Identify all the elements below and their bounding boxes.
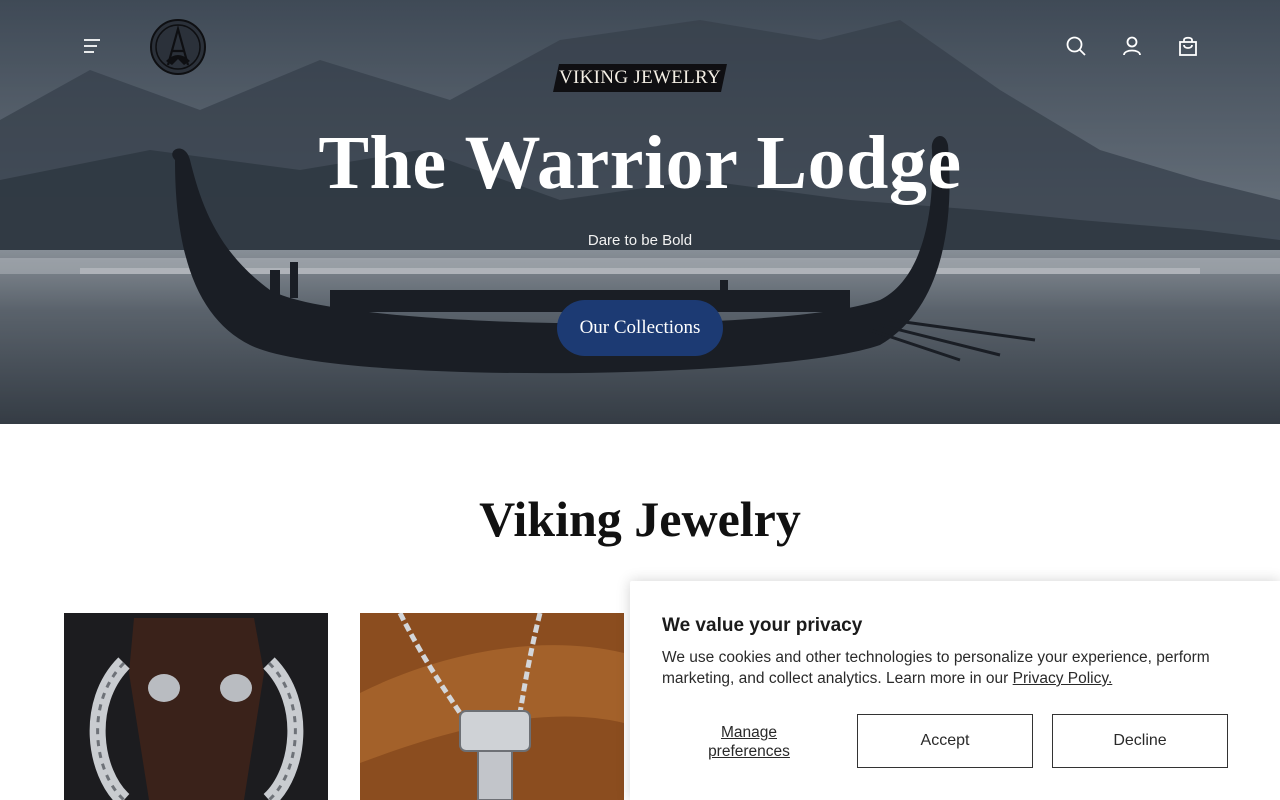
menu-icon[interactable] <box>80 34 104 58</box>
privacy-policy-link[interactable]: Privacy Policy. <box>1013 670 1113 687</box>
decline-button[interactable]: Decline <box>1052 714 1228 768</box>
cookie-title: We value your privacy <box>662 615 863 636</box>
cookie-message: We use cookies and other technologies to… <box>662 647 1262 689</box>
account-icon[interactable] <box>1120 34 1144 58</box>
cart-icon[interactable] <box>1176 34 1200 58</box>
our-collections-button[interactable]: Our Collections <box>557 300 723 356</box>
cookie-banner: We value your privacy We use cookies and… <box>630 581 1280 800</box>
eyebrow-label: VIKING JEWELRY <box>559 67 721 88</box>
manage-preferences-link[interactable]: Manage preferences <box>690 723 808 761</box>
product-card[interactable] <box>360 613 624 800</box>
product-image <box>360 613 624 800</box>
product-image <box>64 613 328 800</box>
search-icon[interactable] <box>1064 34 1088 58</box>
hero-title: The Warrior Lodge <box>318 121 962 205</box>
product-card[interactable] <box>64 613 328 800</box>
cookie-body-text: We use cookies and other technologies to… <box>662 649 1210 687</box>
brand-logo[interactable] <box>150 19 206 75</box>
hero-subtitle: Dare to be Bold <box>587 232 693 249</box>
section-title: Viking Jewelry <box>479 491 801 547</box>
accept-button[interactable]: Accept <box>857 714 1033 768</box>
hero-banner: VIKING JEWELRY The Warrior Lodge Dare to… <box>0 0 1280 424</box>
